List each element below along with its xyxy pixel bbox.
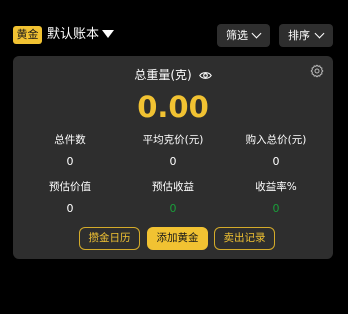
sort-label: 排序 — [288, 29, 310, 42]
stat-label: 预估价值 — [49, 181, 91, 193]
chevron-down-icon — [314, 28, 325, 39]
chevron-down-icon — [251, 28, 262, 39]
filter-button[interactable]: 筛选 — [217, 24, 270, 47]
stat-total-count: 总件数 0 — [17, 133, 123, 169]
stat-estimated-value: 预估价值 0 — [17, 180, 123, 216]
add-gold-button[interactable]: 添加黄金 — [147, 227, 208, 250]
top-bar: 黄金 默认账本 筛选 排序 — [0, 0, 348, 56]
stat-value: 0 — [66, 202, 74, 215]
summary-card: 总重量(克) 0.00 总件数 0 平均克价(元) 0 购入总价(元) 0 预估… — [13, 56, 333, 259]
stat-value: 0 — [169, 202, 177, 215]
settings-icon[interactable] — [310, 64, 324, 78]
stat-value: 0 — [272, 155, 280, 168]
stat-avg-price: 平均克价(元) 0 — [120, 133, 226, 169]
stat-return-rate: 收益率% 0 — [223, 180, 329, 216]
stat-label: 收益率% — [255, 181, 297, 193]
eye-icon[interactable] — [198, 71, 212, 80]
stat-label: 平均克价(元) — [142, 134, 204, 146]
stat-value: 0 — [66, 155, 74, 168]
total-weight-value: 0.00 — [137, 90, 209, 124]
account-selector-label[interactable]: 默认账本 — [47, 26, 99, 44]
stat-value: 0 — [169, 155, 177, 168]
card-title-row: 总重量(克) — [13, 67, 333, 83]
stat-label: 预估收益 — [152, 181, 194, 193]
sort-button[interactable]: 排序 — [279, 24, 333, 47]
stat-label: 总件数 — [54, 134, 86, 146]
stat-total-cost: 购入总价(元) 0 — [223, 133, 329, 169]
stat-estimated-profit: 预估收益 0 — [120, 180, 226, 216]
filter-label: 筛选 — [226, 29, 248, 42]
gold-calendar-button[interactable]: 攒金日历 — [79, 227, 140, 250]
stat-value: 0 — [272, 202, 280, 215]
caret-down-icon[interactable] — [102, 30, 114, 38]
stat-label: 购入总价(元) — [245, 134, 307, 146]
asset-type-tag[interactable]: 黄金 — [13, 26, 42, 44]
card-title: 总重量(克) — [134, 68, 192, 82]
sale-record-button[interactable]: 卖出记录 — [214, 227, 275, 250]
